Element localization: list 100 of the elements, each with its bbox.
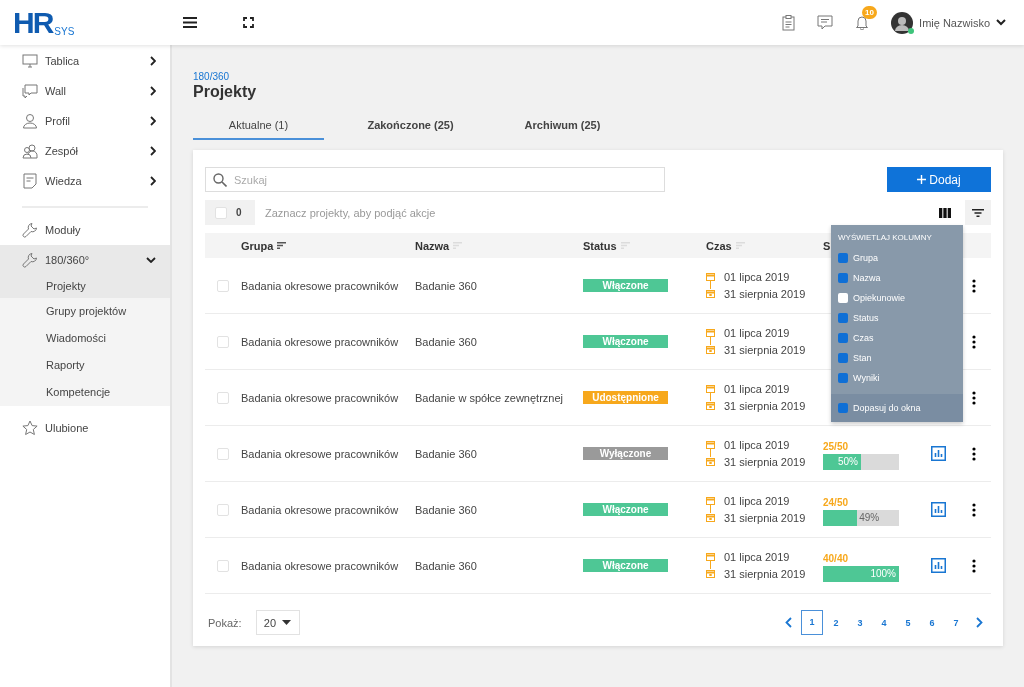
checkbox[interactable] bbox=[838, 373, 848, 383]
checkbox[interactable] bbox=[217, 559, 229, 572]
checkbox[interactable] bbox=[217, 279, 229, 292]
progress-label: 50% bbox=[838, 455, 859, 469]
more-icon[interactable] bbox=[971, 558, 976, 573]
avatar[interactable] bbox=[891, 11, 914, 34]
more-icon[interactable] bbox=[971, 334, 976, 349]
columns-icon bbox=[939, 207, 951, 218]
table-cell-text: Badanie 360 bbox=[415, 447, 478, 460]
checkbox[interactable] bbox=[838, 273, 848, 283]
sidebar-item[interactable]: Moduły bbox=[0, 215, 170, 245]
column-header[interactable]: S bbox=[823, 239, 831, 252]
page-link[interactable]: 2 bbox=[825, 611, 847, 634]
menu-title: WYŚWIETLAJ KOLUMNY bbox=[837, 232, 933, 244]
next-page-icon[interactable] bbox=[976, 617, 983, 628]
date-range-icon bbox=[706, 552, 715, 579]
sidebar-item[interactable]: Profil bbox=[0, 106, 170, 136]
column-header[interactable]: Grupa bbox=[241, 239, 274, 252]
column-header[interactable]: Status bbox=[583, 239, 617, 252]
search-field[interactable]: Szukaj bbox=[205, 167, 665, 192]
plus-icon bbox=[917, 175, 927, 184]
bell-icon[interactable] bbox=[855, 15, 870, 30]
chevron-right-icon bbox=[150, 116, 156, 126]
sidebar-item[interactable]: Tablica bbox=[0, 46, 170, 76]
previous-page-icon[interactable] bbox=[785, 617, 792, 628]
sidebar-subitem[interactable]: Raporty bbox=[0, 352, 170, 379]
checkbox[interactable] bbox=[217, 447, 229, 460]
checkbox[interactable] bbox=[838, 313, 848, 323]
tab[interactable]: Archiwum (25) bbox=[497, 111, 628, 140]
more-icon[interactable] bbox=[971, 502, 976, 517]
checkbox[interactable] bbox=[838, 253, 848, 263]
chevron-right-icon bbox=[150, 146, 156, 156]
more-icon[interactable] bbox=[971, 446, 976, 461]
notification-badge: 10 bbox=[862, 6, 877, 19]
checkbox[interactable] bbox=[215, 206, 227, 219]
status-badge: Włączone bbox=[583, 503, 668, 516]
sidebar-item[interactable]: Zespół bbox=[0, 136, 170, 166]
start-date: 01 lipca 2019 bbox=[724, 495, 791, 507]
page-link[interactable]: 6 bbox=[921, 611, 943, 634]
fullscreen-icon[interactable] bbox=[243, 17, 254, 28]
table-cell-text: Badania okresowe pracowników bbox=[241, 559, 400, 572]
checkbox[interactable] bbox=[838, 403, 848, 413]
sidebar-subitem[interactable]: Grupy projektów bbox=[0, 298, 170, 325]
table-cell-text: Badania okresowe pracowników bbox=[241, 503, 400, 516]
menu-icon[interactable] bbox=[183, 17, 197, 28]
wrench-icon bbox=[22, 252, 38, 268]
column-header[interactable]: Nazwa bbox=[415, 239, 450, 252]
page-size-select[interactable]: 20 bbox=[255, 610, 300, 635]
message-icon[interactable] bbox=[817, 15, 834, 30]
tab[interactable]: Zakończone (25) bbox=[345, 111, 476, 140]
logo[interactable]: HRSYS bbox=[0, 8, 170, 37]
status-badge: Włączone bbox=[583, 335, 668, 348]
chart-icon[interactable] bbox=[930, 558, 946, 573]
checkbox[interactable] bbox=[217, 335, 229, 348]
sidebar-subitem[interactable]: Wiadomości bbox=[0, 325, 170, 352]
checkbox[interactable] bbox=[217, 391, 229, 404]
sidebar-subitem[interactable]: Projekty bbox=[0, 275, 170, 298]
sidebar-item[interactable]: Wall bbox=[0, 76, 170, 106]
sort-icon[interactable] bbox=[277, 242, 287, 249]
tab[interactable]: Aktualne (1) bbox=[193, 111, 324, 140]
chart-icon[interactable] bbox=[930, 446, 946, 461]
team-icon bbox=[22, 143, 38, 159]
checkbox[interactable] bbox=[838, 333, 848, 343]
clipboard-icon[interactable] bbox=[782, 14, 796, 31]
table-cell-text: Badania okresowe pracowników bbox=[241, 279, 400, 292]
sidebar-item[interactable]: Ulubione bbox=[0, 413, 170, 443]
page-link[interactable]: 3 bbox=[849, 611, 871, 634]
table-cell-text: Badanie 360 bbox=[415, 503, 478, 516]
chevron-down-icon[interactable] bbox=[996, 19, 1006, 26]
more-icon[interactable] bbox=[971, 390, 976, 405]
filter-button[interactable] bbox=[965, 200, 991, 225]
breadcrumb-link[interactable]: 180/360 bbox=[193, 71, 1003, 82]
chat-icon bbox=[22, 83, 38, 99]
column-header[interactable]: Czas bbox=[706, 239, 732, 252]
checkbox[interactable] bbox=[838, 293, 848, 303]
chevron-right-icon bbox=[150, 56, 156, 66]
date-range-icon bbox=[706, 328, 715, 355]
page-link[interactable]: 7 bbox=[945, 611, 967, 634]
chart-icon[interactable] bbox=[930, 502, 946, 517]
start-date: 01 lipca 2019 bbox=[724, 551, 791, 563]
user-name[interactable]: Imię Nazwisko bbox=[919, 16, 990, 29]
more-icon[interactable] bbox=[971, 278, 976, 293]
sidebar-subitem[interactable]: Kompetencje bbox=[0, 379, 170, 406]
start-date: 01 lipca 2019 bbox=[724, 271, 791, 283]
page-link[interactable]: 4 bbox=[873, 611, 895, 634]
sidebar-item[interactable]: 180/360° bbox=[0, 245, 170, 275]
sidebar-item[interactable]: Wiedza bbox=[0, 166, 170, 196]
table-cell-text: Badanie w spółce zewnętrznej bbox=[415, 391, 564, 404]
date-range-icon bbox=[706, 384, 715, 411]
checkbox[interactable] bbox=[838, 353, 848, 363]
chevron-right-icon bbox=[150, 176, 156, 186]
checkbox[interactable] bbox=[217, 503, 229, 516]
selected-count: 0 bbox=[236, 207, 242, 218]
search-icon bbox=[213, 173, 227, 187]
add-button[interactable]: Dodaj bbox=[887, 167, 991, 192]
page-link[interactable]: 1 bbox=[801, 610, 823, 635]
chevron-right-icon bbox=[150, 86, 156, 96]
page-link[interactable]: 5 bbox=[897, 611, 919, 634]
end-date: 31 sierpnia 2019 bbox=[724, 344, 806, 356]
star-icon bbox=[22, 420, 38, 436]
